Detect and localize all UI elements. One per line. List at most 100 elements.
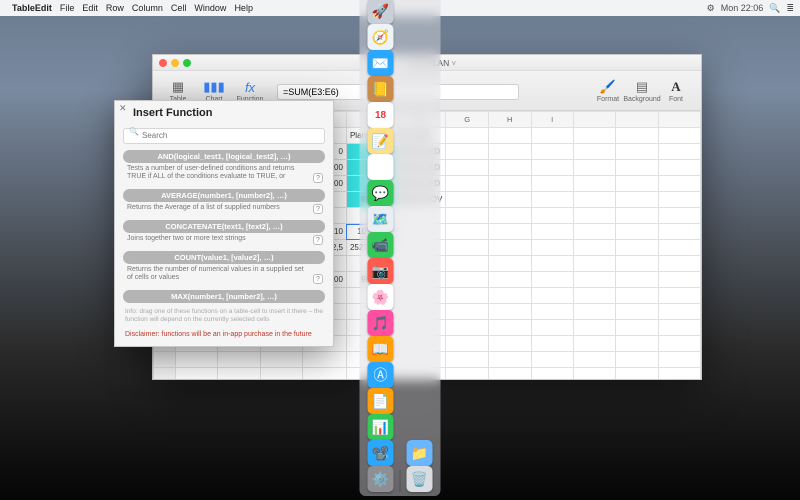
toolbar-background-button[interactable]: ▤Background <box>625 78 659 103</box>
menu-window[interactable]: Window <box>194 3 226 13</box>
cell[interactable] <box>573 208 615 224</box>
cell[interactable] <box>531 304 573 320</box>
cell[interactable] <box>531 208 573 224</box>
cell[interactable] <box>488 144 531 160</box>
menu-file[interactable]: File <box>60 3 75 13</box>
toolbar-font-button[interactable]: AFont <box>659 78 693 103</box>
cell[interactable] <box>488 368 531 380</box>
cell[interactable] <box>573 144 615 160</box>
cell[interactable] <box>616 288 658 304</box>
cell[interactable] <box>488 352 531 368</box>
cell[interactable] <box>446 336 489 352</box>
dock-calendar[interactable]: 18 <box>368 102 394 128</box>
cell[interactable] <box>446 288 489 304</box>
function-search-input[interactable] <box>123 128 325 144</box>
cell[interactable] <box>573 272 615 288</box>
cell[interactable] <box>446 224 489 240</box>
col-header-G[interactable]: G <box>446 112 489 128</box>
cell[interactable] <box>531 320 573 336</box>
cell[interactable] <box>488 176 531 192</box>
dock-appstore[interactable]: Ⓐ <box>368 362 394 388</box>
dock-trash[interactable]: 🗑️ <box>407 466 433 492</box>
cell[interactable] <box>573 160 615 176</box>
cell[interactable] <box>531 176 573 192</box>
help-icon[interactable]: ? <box>313 204 323 214</box>
window-zoom-button[interactable] <box>183 59 191 67</box>
cell[interactable] <box>658 128 700 144</box>
dock-facetime[interactable]: 📹 <box>368 232 394 258</box>
cell[interactable] <box>488 128 531 144</box>
cell[interactable] <box>658 160 700 176</box>
cell[interactable] <box>488 288 531 304</box>
function-item[interactable]: CONCATENATE(text1, [text2], …)Joins toge… <box>123 220 325 248</box>
cell[interactable] <box>573 256 615 272</box>
cell[interactable] <box>488 272 531 288</box>
menu-cell[interactable]: Cell <box>171 3 187 13</box>
dock-mail[interactable]: ✉️ <box>368 50 394 76</box>
cell[interactable] <box>446 320 489 336</box>
cell[interactable] <box>488 192 531 208</box>
dock-launchpad[interactable]: 🚀 <box>368 0 394 24</box>
cell[interactable] <box>218 352 261 368</box>
cell[interactable] <box>658 352 700 368</box>
cell[interactable] <box>616 352 658 368</box>
cell[interactable] <box>531 192 573 208</box>
cell[interactable] <box>446 144 489 160</box>
cell[interactable] <box>175 368 218 380</box>
cell[interactable] <box>488 320 531 336</box>
function-item[interactable]: MAX(number1, [number2], …) <box>123 290 325 303</box>
cell[interactable] <box>616 176 658 192</box>
cell[interactable] <box>446 176 489 192</box>
cell[interactable] <box>446 208 489 224</box>
cell[interactable] <box>488 240 531 256</box>
dock-maps[interactable]: 🗺️ <box>368 206 394 232</box>
function-item[interactable]: COUNT(value1, [value2], …)Returns the nu… <box>123 251 325 288</box>
cell[interactable] <box>658 176 700 192</box>
notification-center-icon[interactable]: ≣ <box>786 3 794 14</box>
cell[interactable] <box>531 240 573 256</box>
cell[interactable] <box>616 240 658 256</box>
menu-help[interactable]: Help <box>234 3 253 13</box>
help-icon[interactable]: ? <box>313 173 323 183</box>
col-header-H[interactable]: H <box>488 112 531 128</box>
wifi-icon[interactable]: ⚙︎ <box>707 3 715 14</box>
cell[interactable] <box>531 256 573 272</box>
cell[interactable] <box>488 304 531 320</box>
panel-close-button[interactable]: ✕ <box>119 103 127 114</box>
cell[interactable] <box>218 368 261 380</box>
cell[interactable] <box>616 368 658 380</box>
cell[interactable] <box>531 144 573 160</box>
function-search[interactable] <box>123 125 325 144</box>
menu-row[interactable]: Row <box>106 3 124 13</box>
cell[interactable] <box>573 304 615 320</box>
cell[interactable] <box>531 288 573 304</box>
window-minimize-button[interactable] <box>171 59 179 67</box>
cell[interactable] <box>531 352 573 368</box>
cell[interactable] <box>488 208 531 224</box>
cell[interactable] <box>573 224 615 240</box>
cell[interactable] <box>573 128 615 144</box>
function-item[interactable]: AND(logical_test1, [logical_test2], …)Te… <box>123 150 325 187</box>
dock-pages[interactable]: 📄 <box>368 388 394 414</box>
dock-safari[interactable]: 🧭 <box>368 24 394 50</box>
cell[interactable] <box>446 368 489 380</box>
toolbar-format-button[interactable]: 🖌️Format <box>591 78 625 103</box>
cell[interactable] <box>175 352 218 368</box>
dock-photobooth[interactable]: 📷 <box>368 258 394 284</box>
cell[interactable] <box>658 208 700 224</box>
help-icon[interactable]: ? <box>313 274 323 284</box>
dock-contacts[interactable]: 📒 <box>368 76 394 102</box>
cell[interactable] <box>573 176 615 192</box>
spotlight-icon[interactable]: 🔍 <box>769 3 780 14</box>
cell[interactable] <box>616 192 658 208</box>
cell[interactable] <box>658 240 700 256</box>
dock-notes[interactable]: 📝 <box>368 128 394 154</box>
clock[interactable]: Mon 22:06 <box>721 3 764 13</box>
cell[interactable] <box>658 272 700 288</box>
menu-edit[interactable]: Edit <box>82 3 98 13</box>
cell[interactable] <box>616 144 658 160</box>
cell[interactable] <box>658 304 700 320</box>
cell[interactable] <box>573 352 615 368</box>
cell[interactable] <box>658 256 700 272</box>
cell[interactable] <box>616 336 658 352</box>
